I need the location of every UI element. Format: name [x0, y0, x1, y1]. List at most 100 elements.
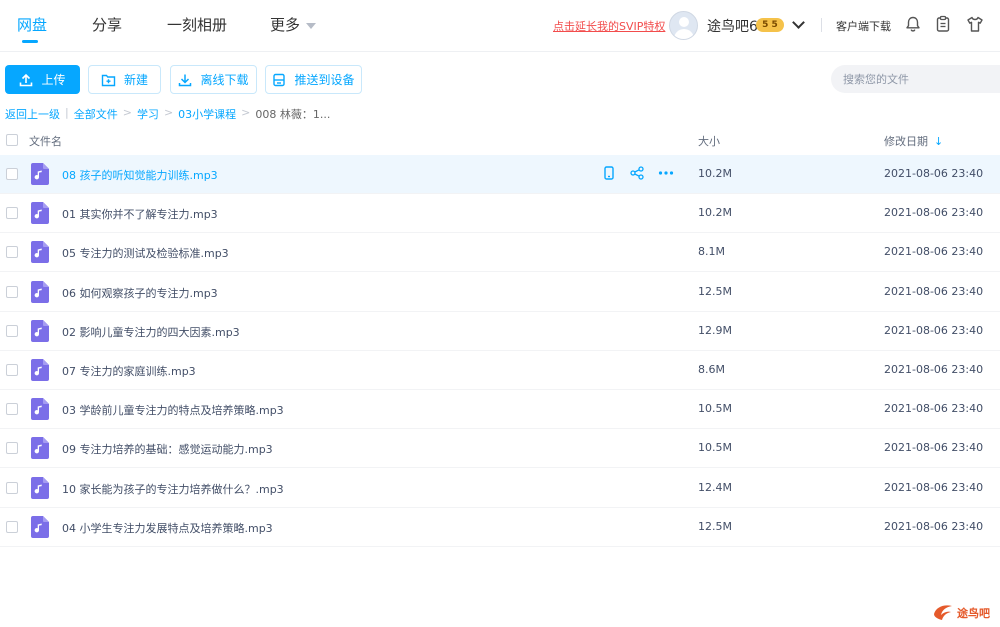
file-modified-date: 2021-08-06 23:40 [884, 441, 984, 455]
file-name[interactable]: 04 小学生专注力发展特点及培养策略.mp3 [62, 520, 273, 536]
audio-file-icon [31, 398, 49, 421]
file-modified-date: 2021-08-06 23:40 [884, 480, 984, 494]
caret-down-icon [306, 22, 317, 29]
row-checkbox[interactable] [6, 364, 18, 376]
table-row[interactable]: 09 专注力培养的基础：感觉运动能力.mp3 10.5M 2021-08-06 23… [0, 429, 1000, 469]
table-row[interactable]: 07 专注力的家庭训练.mp3 8.6M 2021-08-06 23:40 [0, 351, 1000, 390]
file-size: 8.1M [698, 245, 725, 259]
file-name[interactable]: 09 专注力培养的基础：感觉运动能力.mp3 [62, 441, 273, 457]
file-name[interactable]: 07 专注力的家庭训练.mp3 [62, 363, 196, 379]
upload-label: 上传 [41, 73, 66, 87]
nav-tab-share[interactable]: 分享 [92, 14, 122, 35]
file-name[interactable]: 08 孩子的听知觉能力训练.mp3 [62, 167, 218, 183]
row-checkbox[interactable] [6, 246, 18, 259]
upload-icon [20, 73, 33, 86]
audio-file-icon [31, 241, 49, 264]
bell-icon[interactable] [904, 15, 922, 33]
audio-file-icon [31, 202, 49, 225]
file-size: 10.2M [698, 206, 732, 220]
file-modified-date: 2021-08-06 23:40 [884, 206, 984, 220]
table-row[interactable]: 03 学龄前儿童专注力的特点及培养策略.mp3 10.5M 2021-08-06 2… [0, 390, 1000, 430]
new-folder-icon [101, 74, 116, 86]
row-checkbox[interactable] [6, 324, 18, 337]
new-label: 新建 [123, 73, 148, 87]
file-table-header: 文件名 大小 修改日期 ↓ [0, 125, 1000, 155]
column-header-date-label: 修改日期 [884, 135, 928, 148]
share-icon[interactable] [630, 166, 644, 180]
row-checkbox[interactable] [6, 168, 18, 180]
client-download-link[interactable]: 客户端下载 [836, 18, 891, 34]
file-name[interactable]: 05 专注力的测试及检验标准.mp3 [62, 245, 229, 261]
file-size: 10.2M [698, 167, 732, 180]
audio-file-icon [31, 437, 49, 460]
file-name[interactable]: 10 家长能为孩子的专注力培养做什么？.mp3 [62, 481, 284, 497]
row-checkbox[interactable] [6, 442, 18, 455]
select-all-checkbox[interactable] [6, 134, 18, 146]
watermark-text: 途鸟吧 [957, 607, 990, 620]
table-row[interactable]: 06 如何观察孩子的专注力.mp3 12.5M 2021-08-06 23:40 [0, 273, 1000, 312]
file-name[interactable]: 01 其实你并不了解专注力.mp3 [62, 206, 218, 222]
table-row[interactable]: 02 影响儿童专注力的四大因素.mp3 12.9M 2021-08-06 23:40 [0, 312, 1000, 351]
breadcrumb-item[interactable]: 全部文件 [74, 106, 118, 122]
file-name[interactable]: 06 如何观察孩子的专注力.mp3 [62, 285, 218, 301]
push-label: 推送到设备 [294, 73, 355, 87]
file-size: 12.5M [698, 284, 732, 298]
download-icon [179, 74, 192, 86]
row-checkbox[interactable] [6, 403, 18, 416]
push-device-icon[interactable] [602, 166, 616, 180]
table-row[interactable]: 05 专注力的测试及检验标准.mp3 8.1M 2021-08-06 23:40 [0, 233, 1000, 273]
breadcrumb-chevron-icon: > [163, 106, 174, 119]
vip-extend-link[interactable]: 点击延长我的SVIP特权 [553, 18, 665, 34]
tshirt-icon[interactable] [966, 15, 984, 33]
row-actions [602, 166, 674, 180]
breadcrumb-item[interactable]: 03小学课程 [178, 106, 236, 122]
column-header-size[interactable]: 大小 [698, 133, 720, 149]
file-modified-date: 2021-08-06 23:40 [884, 284, 984, 298]
table-row[interactable]: 08 孩子的听知觉能力训练.mp3 10.2M 2021-08-06 23:40 [0, 155, 1000, 194]
breadcrumb-separator: | [65, 106, 69, 119]
file-size: 10.5M [698, 441, 732, 455]
sort-down-arrow-icon: ↓ [934, 135, 944, 148]
column-header-name[interactable]: 文件名 [29, 133, 62, 149]
nav-tab-album[interactable]: 一刻相册 [167, 14, 227, 35]
search-input[interactable] [831, 65, 1000, 93]
nav-tab-netdisk[interactable]: 网盘 [17, 14, 47, 35]
audio-file-icon [31, 163, 49, 185]
file-size: 8.6M [698, 363, 725, 376]
breadcrumb-chevron-icon: > [241, 106, 251, 119]
file-name[interactable]: 03 学龄前儿童专注力的特点及培养策略.mp3 [62, 402, 284, 418]
file-modified-date: 2021-08-06 23:40 [884, 519, 984, 533]
audio-file-icon [31, 319, 49, 342]
username[interactable]: 途鸟吧6 [707, 16, 758, 36]
file-size: 10.5M [698, 402, 732, 416]
upload-button[interactable]: 上传 [5, 65, 80, 94]
avatar[interactable] [669, 11, 698, 40]
row-checkbox[interactable] [6, 520, 18, 533]
breadcrumb-item[interactable]: 学习 [137, 106, 159, 122]
row-checkbox[interactable] [6, 207, 18, 220]
breadcrumb-current: 008 林薇：1... [255, 108, 331, 121]
file-size: 12.4M [698, 480, 732, 494]
top-nav-bar: 网盘 分享 一刻相册 更多 点击延长我的SVIP特权 途鸟吧6 5 5 客户端下… [0, 0, 1000, 52]
table-row[interactable]: 10 家长能为孩子的专注力培养做什么？.mp3 12.4M 2021-08-06 2… [0, 469, 1000, 508]
row-checkbox[interactable] [6, 285, 18, 298]
more-icon[interactable] [658, 166, 674, 180]
breadcrumb-chevron-icon: > [122, 106, 132, 119]
audio-file-icon [31, 359, 49, 381]
file-name[interactable]: 02 影响儿童专注力的四大因素.mp3 [62, 324, 240, 340]
nav-more-label: 更多 [270, 16, 301, 34]
table-row[interactable]: 04 小学生专注力发展特点及培养策略.mp3 12.5M 2021-08-06 23… [0, 508, 1000, 547]
chevron-down-icon[interactable] [792, 16, 805, 29]
table-row[interactable]: 01 其实你并不了解专注力.mp3 10.2M 2021-08-06 23:40 [0, 194, 1000, 234]
audio-file-icon [31, 515, 49, 538]
offline-download-button[interactable]: 离线下载 [170, 65, 257, 94]
breadcrumb-back[interactable]: 返回上一级 [5, 106, 60, 122]
column-header-date[interactable]: 修改日期 ↓ [884, 133, 943, 149]
device-icon [273, 73, 286, 86]
row-checkbox[interactable] [6, 481, 18, 494]
nav-tab-more[interactable]: 更多 [270, 14, 317, 35]
clipboard-icon[interactable] [934, 15, 952, 33]
new-folder-button[interactable]: 新建 [88, 65, 161, 94]
push-to-device-button[interactable]: 推送到设备 [265, 65, 362, 94]
file-modified-date: 2021-08-06 23:40 [884, 363, 984, 376]
